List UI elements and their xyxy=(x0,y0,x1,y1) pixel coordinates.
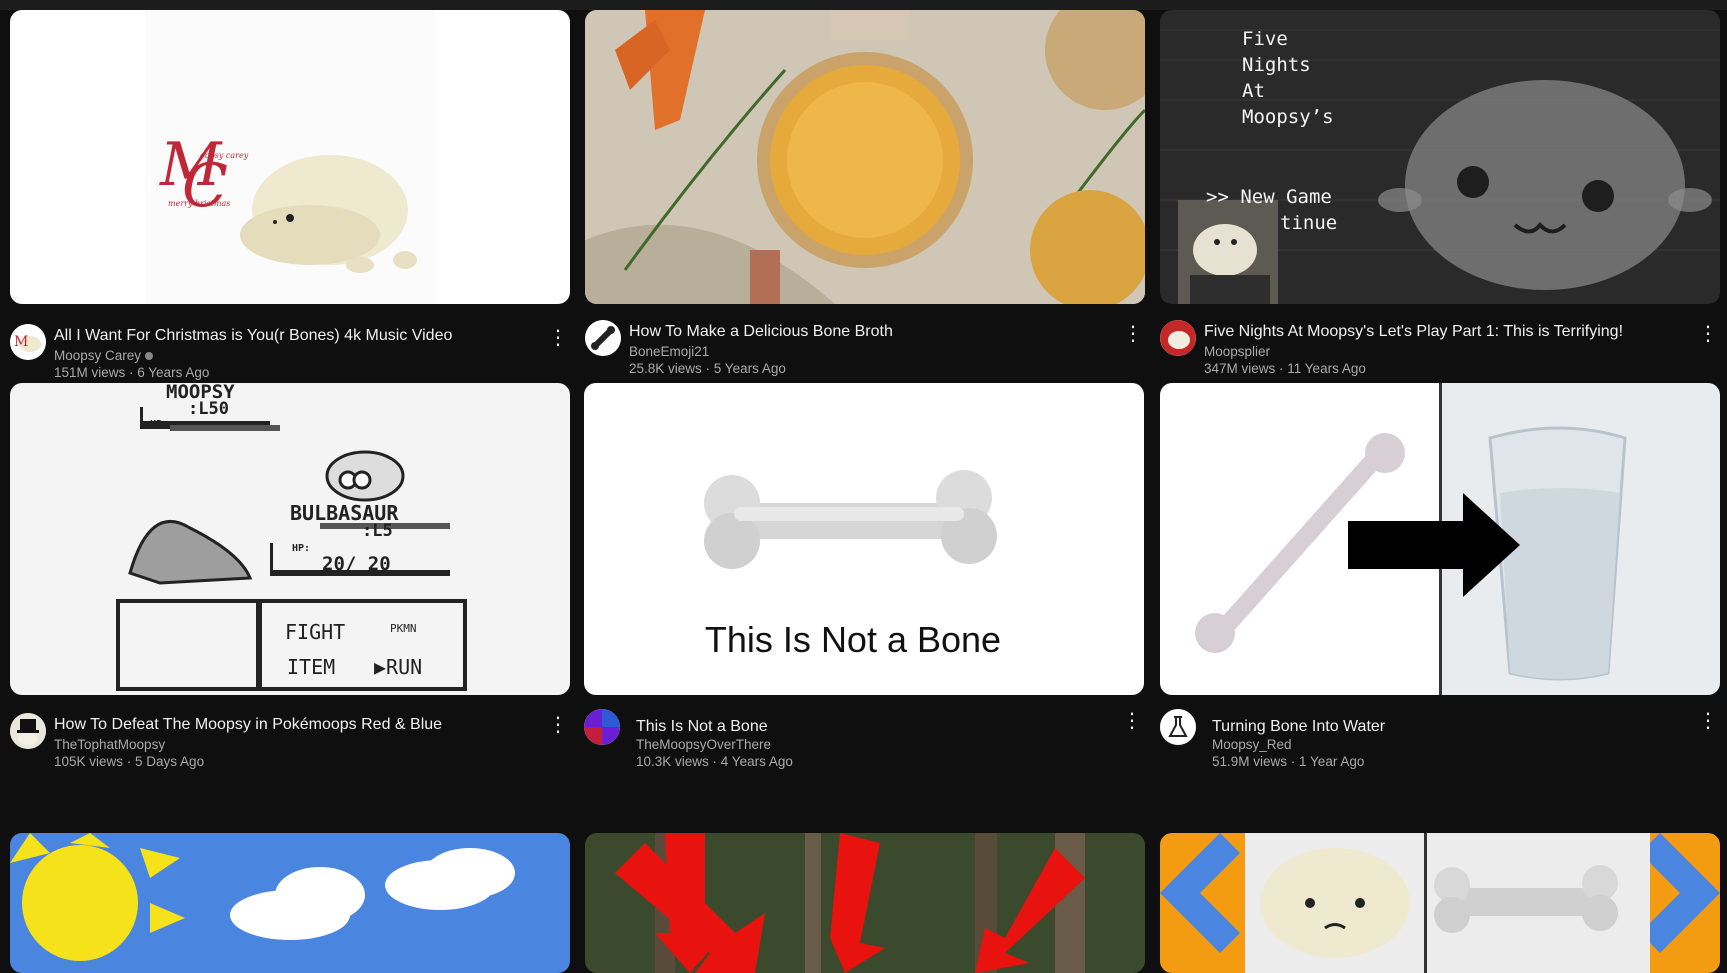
video-thumbnail[interactable] xyxy=(1160,383,1720,695)
video-title[interactable]: All I Want For Christmas is You(r Bones)… xyxy=(54,326,452,346)
video-card[interactable]: MOOPSY :L50 HP: BULBASAUR :L5 HP: 20/ 20… xyxy=(10,383,570,769)
channel-name-label[interactable]: Moopsy Carey xyxy=(54,348,141,363)
video-thumbnail[interactable] xyxy=(1160,833,1720,973)
video-card[interactable]: Five Nights At Moopsy’s >> New Game tinu… xyxy=(1160,10,1720,376)
video-stats: 25.8K views · 5 Years Ago xyxy=(629,361,786,376)
thumb-title-line: Nights xyxy=(1242,54,1311,76)
thumb-pkmn: PKMN xyxy=(390,622,417,635)
video-stats: 105K views · 5 Days Ago xyxy=(54,754,205,769)
thumb-player-level: :L5 xyxy=(362,521,393,541)
video-title[interactable]: Five Nights At Moopsy's Let's Play Part … xyxy=(1204,322,1623,342)
video-card[interactable] xyxy=(10,833,570,973)
more-options-button[interactable]: ⋮ xyxy=(1120,709,1144,733)
thumb-caption: This Is Not a Bone xyxy=(704,619,1002,660)
video-title[interactable]: Turning Bone Into Water xyxy=(1212,717,1385,737)
video-thumbnail[interactable]: This Is Not a Bone xyxy=(584,383,1144,695)
channel-name[interactable]: BoneEmoji21 xyxy=(629,344,709,359)
svg-text:M: M xyxy=(14,334,28,350)
video-card[interactable] xyxy=(585,833,1145,973)
more-options-button[interactable]: ⋮ xyxy=(546,326,570,350)
video-thumbnail[interactable] xyxy=(10,833,570,973)
thumb-player-hp: 20/ 20 xyxy=(322,553,391,575)
video-thumbnail[interactable]: Five Nights At Moopsy’s >> New Game tinu… xyxy=(1160,10,1720,304)
thumb-item: ITEM xyxy=(287,655,336,679)
thumb-player-hp-label: HP: xyxy=(292,543,311,554)
channel-avatar[interactable] xyxy=(584,709,620,745)
thumb-menu-continue: tinue xyxy=(1280,212,1338,234)
video-stats: 10.3K views · 4 Years Ago xyxy=(636,754,793,769)
thumb-title-line: Moopsy’s xyxy=(1242,106,1334,128)
video-card[interactable]: M C oopsy carey merry hristmas M All I W… xyxy=(10,10,570,380)
more-options-button[interactable]: ⋮ xyxy=(1696,322,1720,346)
video-thumbnail[interactable]: M C oopsy carey merry hristmas xyxy=(10,10,570,304)
more-options-button[interactable]: ⋮ xyxy=(1696,709,1720,733)
video-title[interactable]: How To Defeat The Moopsy in Pokémoops Re… xyxy=(54,715,442,735)
video-card[interactable]: How To Make a Delicious Bone Broth BoneE… xyxy=(585,10,1145,376)
video-thumbnail[interactable] xyxy=(585,833,1145,973)
channel-name[interactable]: Moopsy Carey xyxy=(54,348,154,363)
video-title[interactable]: How To Make a Delicious Bone Broth xyxy=(629,322,893,342)
thumb-fight: FIGHT xyxy=(285,620,346,644)
thumb-enemy-level: :L50 xyxy=(188,399,229,419)
svg-text:C: C xyxy=(182,151,228,221)
channel-avatar[interactable] xyxy=(1160,709,1196,745)
channel-avatar[interactable]: M xyxy=(10,324,46,360)
thumb-run: ▶RUN xyxy=(374,655,423,679)
video-title[interactable]: This Is Not a Bone xyxy=(636,717,768,737)
video-card[interactable]: Turning Bone Into Water Moopsy_Red 51.9M… xyxy=(1160,383,1720,769)
top-bar xyxy=(0,0,1727,10)
thumb-menu-new-game: >> New Game xyxy=(1206,186,1332,208)
channel-name[interactable]: TheTophatMoopsy xyxy=(54,737,165,752)
video-stats: 51.9M views · 1 Year Ago xyxy=(1212,754,1365,769)
svg-text:oopsy carey: oopsy carey xyxy=(200,151,249,160)
video-card[interactable] xyxy=(1160,833,1720,973)
channel-name[interactable]: TheMoopsyOverThere xyxy=(636,737,771,752)
video-card[interactable]: This Is Not a Bone This Is Not a Bone Th… xyxy=(584,383,1144,769)
more-options-button[interactable]: ⋮ xyxy=(546,713,570,737)
channel-avatar[interactable] xyxy=(10,713,46,749)
thumb-title-line: At xyxy=(1242,80,1265,102)
channel-avatar[interactable] xyxy=(585,320,621,356)
video-thumbnail[interactable] xyxy=(585,10,1145,304)
video-thumbnail[interactable]: MOOPSY :L50 HP: BULBASAUR :L5 HP: 20/ 20… xyxy=(10,383,570,695)
channel-avatar[interactable] xyxy=(1160,320,1196,356)
channel-name[interactable]: Moopsplier xyxy=(1204,344,1270,359)
video-stats: 151M views · 6 Years Ago xyxy=(54,365,210,380)
svg-text:merry hristmas: merry hristmas xyxy=(168,199,230,208)
thumb-title-line: Five xyxy=(1242,28,1288,50)
verified-icon xyxy=(145,352,154,361)
thumb-enemy-hp-label: HP: xyxy=(150,419,169,430)
more-options-button[interactable]: ⋮ xyxy=(1121,322,1145,346)
video-stats: 347M views · 11 Years Ago xyxy=(1204,361,1366,376)
channel-name[interactable]: Moopsy_Red xyxy=(1212,737,1292,752)
